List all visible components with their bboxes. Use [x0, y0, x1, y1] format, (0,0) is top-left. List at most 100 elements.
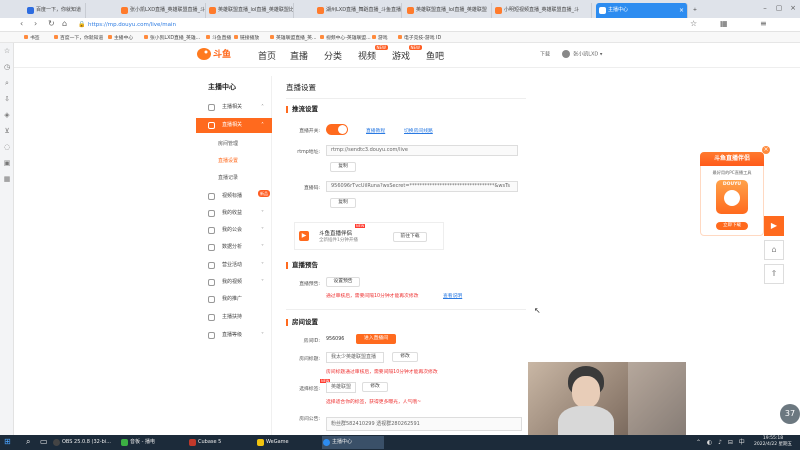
live-icon	[208, 122, 215, 129]
nav-video[interactable]: 视频 NEW	[358, 45, 389, 62]
refresh-icon[interactable]: ↻	[48, 19, 55, 28]
counter-badge[interactable]: 37	[780, 404, 800, 424]
search-icon[interactable]: ⌕	[0, 75, 14, 91]
bookmark-item[interactable]: 主播中心	[108, 34, 133, 41]
modify-title-button[interactable]: 修改	[392, 352, 418, 362]
bookmark-item[interactable]: 游戏	[372, 34, 388, 41]
tab-label: 主播中心	[608, 7, 629, 13]
browser-tab-active[interactable]: 主播中心 ×	[596, 3, 688, 18]
browser-tab[interactable]: 湖州LXD直播_舞蹈直播_斗鱼直播	[314, 3, 402, 18]
stream-code-field[interactable]: 956096rTvcUilRuna?wsSecret=*************…	[326, 181, 518, 192]
modify-category-button[interactable]: 修改	[362, 382, 388, 392]
taskbar-item-wegame[interactable]: WeGame	[256, 436, 302, 449]
task-view-icon[interactable]: ▭	[40, 437, 48, 446]
star-icon[interactable]: ☆	[0, 43, 14, 59]
sidebar-item-level[interactable]: 直播等级 ˅	[196, 328, 272, 343]
search-icon[interactable]: ⌕	[26, 437, 30, 447]
cart-icon[interactable]: ⊻	[0, 123, 14, 139]
close-tab-icon[interactable]: ×	[679, 3, 684, 18]
sidebar-item-promo[interactable]: 我的推广	[196, 292, 272, 307]
bookmark-item[interactable]: 百度一下，你就知道	[54, 34, 103, 41]
close-promo-icon[interactable]: ×	[762, 146, 770, 154]
avatar[interactable]	[561, 50, 570, 58]
taskbar-item-anchor-center[interactable]: 主播中心	[322, 436, 384, 449]
notice-field[interactable]: 粉丝群582410299 透视群280262591	[326, 417, 522, 431]
sidebar-item-support[interactable]: 主播扶持	[196, 310, 272, 325]
taskbar-item-obs[interactable]: OBS 25.0.8 (32-bi...	[52, 436, 116, 449]
sidebar-item-income[interactable]: 我的收益 ˅	[196, 206, 272, 221]
douyu-logo[interactable]: 斗鱼	[196, 44, 240, 64]
room-title-field[interactable]: 我太少英雄联盟直播	[326, 352, 384, 363]
bookmark-item[interactable]: 张小凯LXD直播_英雄...	[144, 34, 200, 41]
nav-home[interactable]: 首页	[258, 49, 276, 62]
bookmark-item[interactable]: 斗鱼直播	[206, 34, 231, 41]
download-link[interactable]: 下载	[540, 52, 550, 58]
taskbar-item-soundboard[interactable]: 音板 - 播电	[120, 436, 166, 449]
sidebar-item-anchor[interactable]: 主播相关 ˄	[196, 100, 272, 115]
browser-tab[interactable]: 小明短视频直播_英雄联盟直播_斗	[492, 3, 592, 18]
home-float-icon[interactable]: ⌂	[764, 240, 784, 260]
sidebar-sub-records[interactable]: 直播记录	[218, 174, 238, 181]
bookmark-item[interactable]: 链接播放	[234, 34, 259, 41]
bookmark-item[interactable]: 电子竞技-游戏 ID	[398, 34, 441, 41]
grid-icon[interactable]: ▦	[0, 171, 14, 187]
copy-rtmp-button[interactable]: 复制	[330, 162, 356, 172]
windows-start-icon[interactable]: ⊞	[4, 437, 11, 446]
live-toggle[interactable]	[326, 124, 348, 135]
menu-icon[interactable]: ≡	[760, 19, 767, 28]
promo-download-button[interactable]: 立即下载	[716, 222, 748, 230]
sidebar-sub-live-settings[interactable]: 直播设置	[218, 157, 238, 164]
download-assistant-button[interactable]: 前往下载	[393, 232, 427, 242]
bookmark-item[interactable]: 书签	[24, 34, 40, 41]
sidebar-item-events[interactable]: 营业活动 ˅	[196, 258, 272, 273]
system-clock[interactable]: 19:55:18 2022/4/22 星期五	[754, 436, 792, 448]
browser-tab[interactable]: 张小凯LXD直播_英雄联盟直播_斗	[118, 3, 206, 18]
switch-line-link[interactable]: 切换房间线路	[404, 127, 433, 134]
bookmark-item[interactable]: 英雄联盟直播_英...	[270, 34, 317, 41]
nav-games[interactable]: 游戏 NEW	[392, 45, 423, 62]
download-icon[interactable]: ⇩	[0, 91, 14, 107]
chevron-down-icon[interactable]: ▾	[600, 52, 603, 58]
play-float-icon[interactable]: ▶	[764, 216, 784, 236]
new-tab-button[interactable]: +	[690, 3, 700, 18]
sidebar-item-guild[interactable]: 我的公会 ˅	[196, 223, 272, 238]
tutorial-link[interactable]: 直播教程	[366, 127, 385, 134]
game-icon[interactable]: ◈	[0, 107, 14, 123]
browser-tab[interactable]: 百度一下，你就知道	[24, 3, 86, 18]
enter-room-button[interactable]: 进入直播间	[356, 334, 396, 344]
url-input[interactable]: https://mp.douyu.com/live/main	[88, 20, 648, 30]
rtmp-address-field[interactable]: rtmp://sendtc3.douyu.com/live	[326, 145, 518, 156]
forward-icon[interactable]: ›	[34, 19, 37, 28]
minimize-icon[interactable]: –	[758, 0, 772, 18]
sidebar-item-data[interactable]: 数据分析 ˅	[196, 240, 272, 255]
extensions-icon[interactable]: ▦	[720, 19, 728, 28]
chat-icon[interactable]: ◌	[0, 139, 14, 155]
username[interactable]: 张小凯LXD	[573, 52, 598, 58]
close-window-icon[interactable]: ×	[786, 0, 800, 18]
back-to-top-icon[interactable]: ⇑	[764, 264, 784, 284]
preview-help-link[interactable]: 查看说明	[443, 292, 462, 299]
bookmark-item[interactable]: 视频中心-英雄联盟...	[320, 34, 371, 41]
back-icon[interactable]: ‹	[20, 19, 23, 28]
sidebar-item-video[interactable]: 视频标播 新品	[196, 189, 272, 204]
sidebar-sub-room[interactable]: 房间管理	[218, 140, 238, 147]
copy-code-button[interactable]: 复制	[330, 198, 356, 208]
sidebar-item-my-video[interactable]: 我的视频 ˅	[196, 275, 272, 290]
nav-live[interactable]: 直播	[290, 49, 308, 62]
clock-icon[interactable]: ◷	[0, 59, 14, 75]
cursor-icon: ↖	[534, 306, 541, 315]
tray-icons[interactable]: ⌃ ◐ ♪ ⊟ 中	[696, 437, 747, 446]
nav-fishbar[interactable]: 鱼吧	[426, 49, 444, 62]
star-icon[interactable]: ☆	[690, 19, 697, 28]
video-icon[interactable]: ▣	[0, 155, 14, 171]
category-field[interactable]: 英雄联盟	[326, 382, 356, 393]
browser-tab[interactable]: 英雄联盟直播_lol直播_英雄联盟比	[206, 3, 294, 18]
browser-tab[interactable]: 英雄联盟直播_lol直播_英雄联盟	[404, 3, 492, 18]
browser-tab-bar: 百度一下，你就知道 张小凯LXD直播_英雄联盟直播_斗 英雄联盟直播_lol直播…	[0, 0, 800, 18]
taskbar-item-cubase[interactable]: Cubase 5	[188, 436, 234, 449]
maximize-icon[interactable]: ▢	[772, 0, 786, 18]
home-icon[interactable]: ⌂	[62, 19, 67, 28]
set-preview-button[interactable]: 设置预告	[326, 277, 360, 287]
nav-category[interactable]: 分类	[324, 49, 342, 62]
sidebar-item-live[interactable]: 直播相关 ˄	[196, 118, 272, 133]
